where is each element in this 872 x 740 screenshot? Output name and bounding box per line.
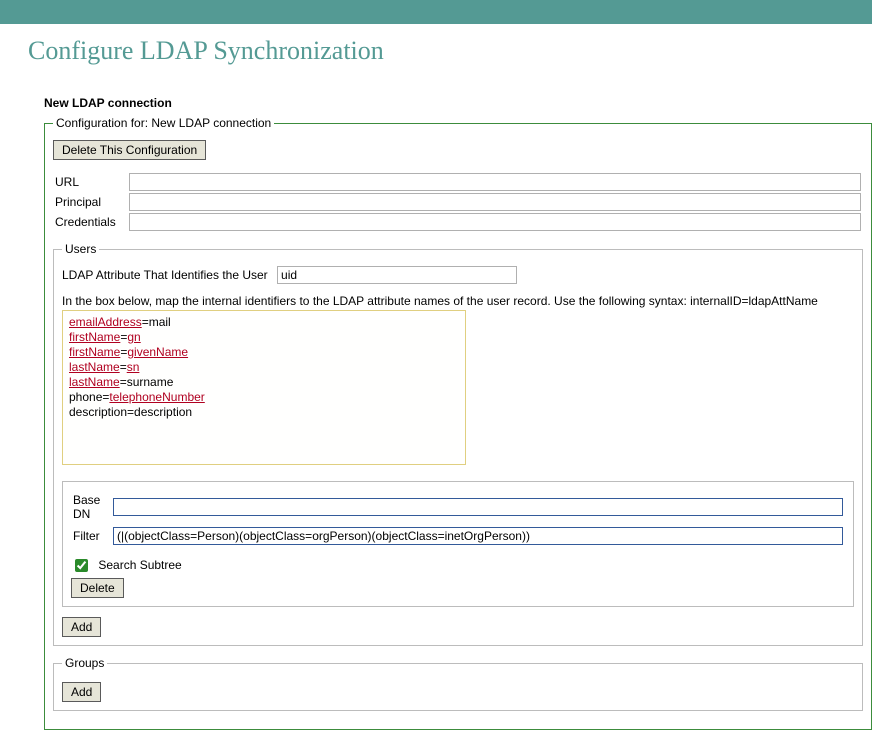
users-fieldset: Users LDAP Attribute That Identifies the… [53,242,863,646]
connection-heading: New LDAP connection [44,96,872,110]
uid-input[interactable] [277,266,517,284]
search-subtree-label: Search Subtree [98,558,181,572]
filter-input[interactable] [113,527,843,545]
page-title: Configure LDAP Synchronization [28,36,872,66]
credentials-input[interactable] [129,213,861,231]
add-user-search-button[interactable]: Add [62,617,101,637]
add-group-search-button[interactable]: Add [62,682,101,702]
users-legend: Users [62,242,99,256]
groups-fieldset: Groups Add [53,656,863,711]
url-input[interactable] [129,173,861,191]
credentials-label: Credentials [53,212,127,232]
mapping-textarea[interactable]: emailAddress=mailfirstName=gnfirstName=g… [62,310,466,465]
groups-legend: Groups [62,656,107,670]
base-dn-input[interactable] [113,498,843,516]
top-bar [0,0,872,24]
config-fieldset: Configuration for: New LDAP connection D… [44,116,872,730]
url-label: URL [53,172,127,192]
attr-identifies-user-label: LDAP Attribute That Identifies the User [62,268,268,282]
delete-config-button[interactable]: Delete This Configuration [53,140,206,160]
base-dn-label: Base DN [71,490,111,524]
base-dn-fieldset: Base DN Filter Search Subtree Delete [62,481,854,607]
filter-label: Filter [71,524,111,548]
principal-input[interactable] [129,193,861,211]
principal-label: Principal [53,192,127,212]
search-subtree-checkbox[interactable] [75,559,88,572]
delete-button[interactable]: Delete [71,578,124,598]
mapping-instruction: In the box below, map the internal ident… [62,294,854,308]
config-legend: Configuration for: New LDAP connection [53,116,274,130]
